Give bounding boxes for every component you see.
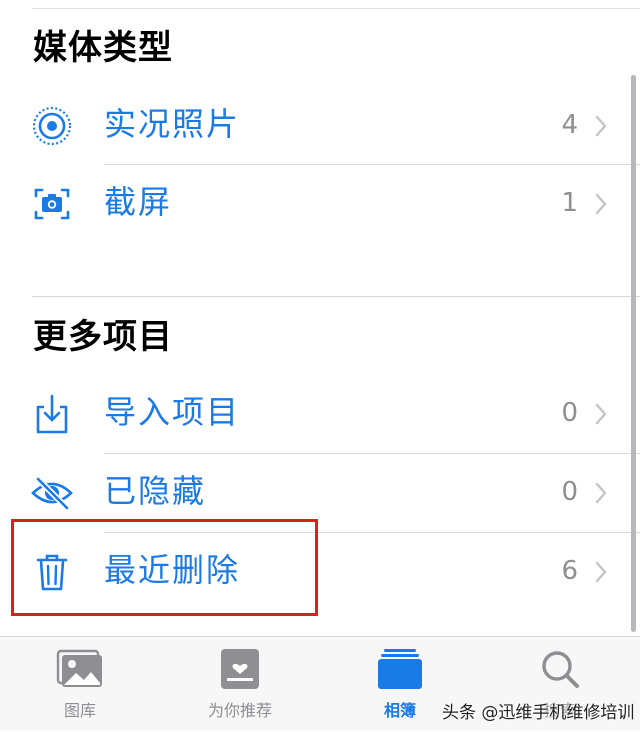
search-icon [542,651,579,688]
list-item-screenshots[interactable]: 截屏 1 [0,165,632,243]
item-count: 4 [561,110,578,140]
item-label: 已隐藏 [104,472,207,510]
import-icon [36,394,68,434]
eye-slash-icon [31,476,73,511]
section-divider [32,296,640,297]
highlight-box [11,519,318,616]
chevron-right-icon [595,115,607,137]
list-item-live-photos[interactable]: 实况照片 4 [0,87,632,165]
item-count: 1 [561,188,578,218]
item-label: 截屏 [104,183,173,221]
list-item-imports[interactable]: 导入项目 0 [0,375,632,453]
item-label: 实况照片 [104,105,241,143]
item-count: 0 [561,398,578,428]
tab-library[interactable]: 图库 [0,637,160,732]
scrollbar[interactable] [631,75,636,632]
watermark-text: 头条 @迅维手机维修培训 [442,703,635,723]
section-title-more-items: 更多项目 [33,317,173,357]
tab-label: 为你推荐 [207,701,272,720]
item-count: 0 [561,477,578,507]
item-count: 6 [561,556,578,586]
live-photo-icon [32,106,72,146]
tab-for-you[interactable]: 为你推荐 [160,637,320,732]
chevron-right-icon [595,193,607,215]
chevron-right-icon [595,561,607,583]
screenshot-icon [34,188,70,220]
photo-library-icon [56,649,102,687]
albums-icon [378,649,422,689]
chevron-right-icon [595,403,607,425]
top-separator [32,8,640,9]
tab-label: 图库 [63,701,96,720]
section-title-media-types: 媒体类型 [33,28,173,68]
for-you-icon [221,649,259,689]
chevron-right-icon [595,482,607,504]
item-label: 导入项目 [104,393,241,431]
